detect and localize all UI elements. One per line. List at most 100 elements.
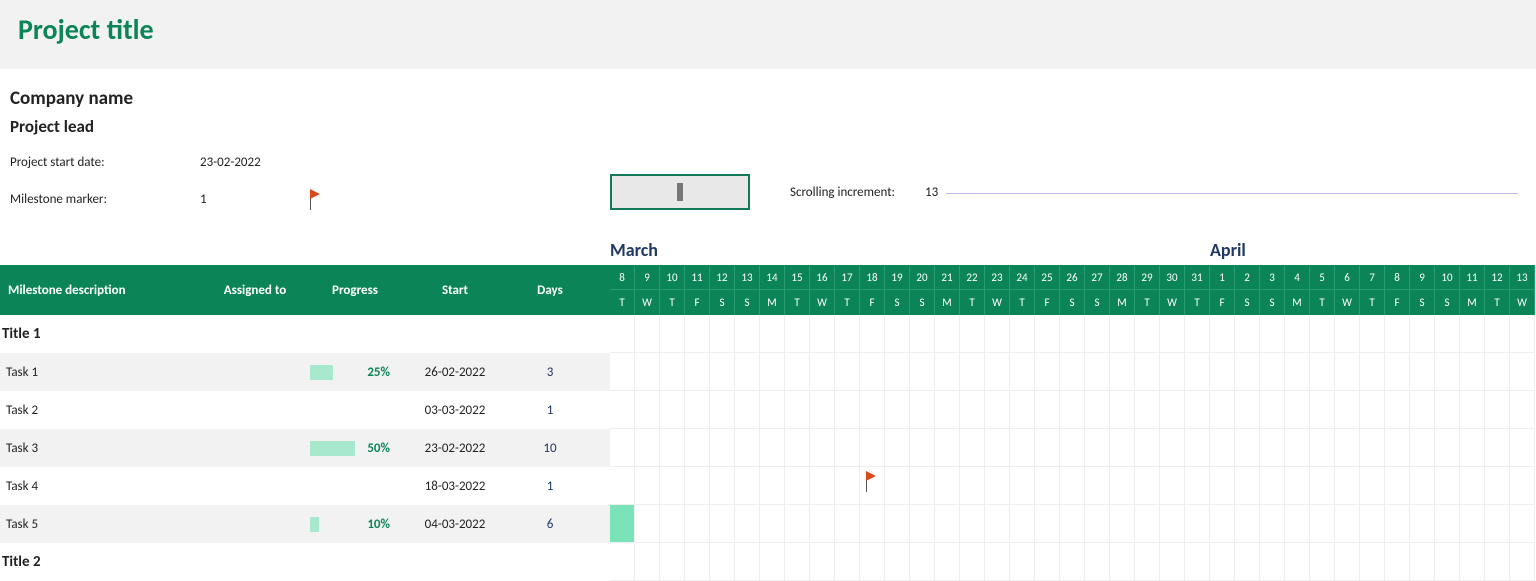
gantt-cell[interactable]: [1235, 391, 1260, 429]
gantt-cell[interactable]: [985, 391, 1010, 429]
gantt-cell[interactable]: [935, 429, 960, 467]
gantt-cell[interactable]: [1310, 353, 1335, 391]
gantt-cell[interactable]: [1285, 467, 1310, 505]
gantt-cell[interactable]: [835, 391, 860, 429]
gantt-cell[interactable]: [785, 467, 810, 505]
gantt-cell[interactable]: [960, 429, 985, 467]
gantt-cell[interactable]: [1385, 467, 1410, 505]
gantt-cell[interactable]: [985, 543, 1010, 581]
gantt-cell[interactable]: [960, 467, 985, 505]
task-start[interactable]: 03-03-2022: [400, 403, 510, 418]
gantt-cell[interactable]: [1335, 391, 1360, 429]
gantt-cell[interactable]: [1035, 315, 1060, 353]
gantt-cell[interactable]: [1360, 543, 1385, 581]
gantt-cell[interactable]: [810, 315, 835, 353]
gantt-cell[interactable]: [785, 315, 810, 353]
gantt-cell[interactable]: [710, 543, 735, 581]
gantt-cell[interactable]: [1210, 543, 1235, 581]
gantt-cell[interactable]: [1110, 429, 1135, 467]
section-title[interactable]: Title 1: [0, 315, 610, 353]
gantt-cell[interactable]: [1110, 391, 1135, 429]
task-start[interactable]: 18-03-2022: [400, 479, 510, 494]
gantt-cell[interactable]: [1435, 467, 1460, 505]
gantt-cell[interactable]: [1160, 505, 1185, 543]
gantt-cell[interactable]: [860, 505, 885, 543]
gantt-cell[interactable]: [1135, 543, 1160, 581]
gantt-cell[interactable]: [1035, 353, 1060, 391]
gantt-cell[interactable]: [1460, 391, 1485, 429]
gantt-cell[interactable]: [1410, 391, 1435, 429]
gantt-cell[interactable]: [785, 543, 810, 581]
gantt-cell[interactable]: [910, 429, 935, 467]
gantt-cell[interactable]: [1310, 505, 1335, 543]
gantt-cell[interactable]: [985, 505, 1010, 543]
gantt-cell[interactable]: [1060, 353, 1085, 391]
gantt-cell[interactable]: [1260, 391, 1285, 429]
task-name[interactable]: Task 4: [0, 479, 200, 494]
gantt-cell[interactable]: [860, 543, 885, 581]
gantt-cell[interactable]: [885, 505, 910, 543]
gantt-cell[interactable]: [960, 543, 985, 581]
gantt-cell[interactable]: [1360, 391, 1385, 429]
gantt-cell[interactable]: [1185, 353, 1210, 391]
gantt-cell[interactable]: [1285, 505, 1310, 543]
gantt-cell[interactable]: [735, 543, 760, 581]
task-days[interactable]: 1: [510, 403, 590, 418]
scroll-increment-value[interactable]: 13: [925, 185, 938, 200]
gantt-cell[interactable]: [660, 505, 685, 543]
gantt-cell[interactable]: [610, 543, 635, 581]
gantt-cell[interactable]: [1335, 467, 1360, 505]
gantt-cell[interactable]: [1085, 543, 1110, 581]
gantt-cell[interactable]: [1485, 543, 1510, 581]
gantt-cell[interactable]: [1410, 315, 1435, 353]
gantt-cell[interactable]: [1435, 543, 1460, 581]
gantt-cell[interactable]: [1360, 315, 1385, 353]
gantt-cell[interactable]: [835, 467, 860, 505]
gantt-cell[interactable]: [635, 315, 660, 353]
gantt-cell[interactable]: [1160, 543, 1185, 581]
gantt-cell[interactable]: [1085, 315, 1110, 353]
gantt-cell[interactable]: [1110, 505, 1135, 543]
gantt-cell[interactable]: [1460, 543, 1485, 581]
gantt-cell[interactable]: [835, 315, 860, 353]
gantt-cell[interactable]: [760, 467, 785, 505]
gantt-cell[interactable]: [685, 467, 710, 505]
gantt-cell[interactable]: [735, 315, 760, 353]
gantt-cell[interactable]: [985, 429, 1010, 467]
gantt-cell[interactable]: [760, 315, 785, 353]
gantt-cell[interactable]: [1035, 429, 1060, 467]
gantt-cell[interactable]: [1435, 391, 1460, 429]
gantt-cell[interactable]: [835, 353, 860, 391]
gantt-cell[interactable]: [1510, 391, 1535, 429]
milestone-marker-value[interactable]: 1: [200, 192, 310, 207]
gantt-cell[interactable]: [1285, 315, 1310, 353]
gantt-cell[interactable]: [1235, 315, 1260, 353]
gantt-cell[interactable]: [635, 429, 660, 467]
section-title[interactable]: Title 2: [0, 543, 610, 581]
gantt-cell[interactable]: [935, 505, 960, 543]
task-start[interactable]: 04-03-2022: [400, 517, 510, 532]
gantt-cell[interactable]: [1360, 353, 1385, 391]
gantt-cell[interactable]: [1510, 353, 1535, 391]
gantt-cell[interactable]: [1260, 467, 1285, 505]
gantt-cell[interactable]: [760, 505, 785, 543]
gantt-cell[interactable]: [635, 353, 660, 391]
gantt-cell[interactable]: [735, 429, 760, 467]
gantt-cell[interactable]: [835, 543, 860, 581]
gantt-cell[interactable]: [1335, 429, 1360, 467]
gantt-cell[interactable]: [1310, 429, 1335, 467]
gantt-cell[interactable]: [760, 543, 785, 581]
gantt-cell[interactable]: [1485, 315, 1510, 353]
gantt-cell[interactable]: [685, 429, 710, 467]
gantt-cell[interactable]: [785, 429, 810, 467]
gantt-cell[interactable]: [935, 353, 960, 391]
gantt-cell[interactable]: [935, 315, 960, 353]
gantt-cell[interactable]: [1185, 505, 1210, 543]
gantt-cell[interactable]: [1185, 467, 1210, 505]
gantt-cell[interactable]: [1410, 429, 1435, 467]
gantt-cell[interactable]: [810, 467, 835, 505]
gantt-cell[interactable]: [1435, 429, 1460, 467]
task-progress[interactable]: 10%: [310, 517, 400, 532]
gantt-cell[interactable]: [1510, 429, 1535, 467]
gantt-cell[interactable]: [1210, 315, 1235, 353]
